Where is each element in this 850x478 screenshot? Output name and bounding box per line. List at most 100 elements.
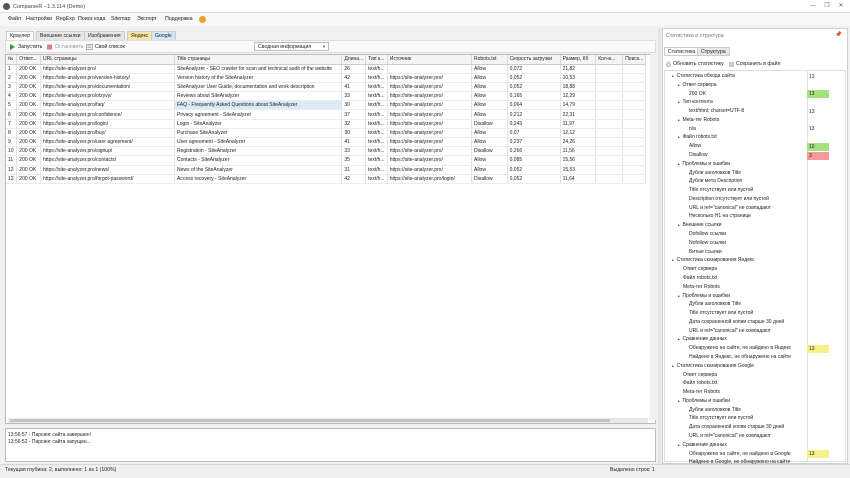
column-header[interactable]: Ответ... [16, 55, 42, 65]
table-row[interactable]: 2 200 OK https://site-analyzer.pro/version… [6, 73, 646, 83]
tree-item[interactable]: URL и rel="canonical" не совпадают [683, 205, 771, 214]
table-row[interactable]: 1 200 OK https://site-analyzer.pro/SiteAna… [6, 64, 646, 74]
tree-item[interactable]: ▲ Файл robots.txt [677, 134, 717, 143]
tree-item[interactable]: ▲ Проблемы и ошибки [677, 293, 730, 302]
column-header[interactable]: Robots.txt [471, 55, 508, 65]
menu-settings[interactable]: Настройки [26, 16, 52, 22]
tree-item[interactable]: Дубли заголовков Title [683, 170, 741, 179]
table-row[interactable]: 4 200 OK https://site-analyzer.pro/otzyvy/… [6, 91, 646, 102]
tree-item[interactable]: Meta-тег Robots [677, 389, 720, 398]
tab-external-links[interactable]: Внешние ссылки [36, 31, 85, 40]
horizontal-scroll-thumb[interactable] [10, 419, 610, 422]
menu-support[interactable]: Поддержка [165, 16, 193, 22]
tree-item[interactable]: ▲ Сравнение данных [677, 442, 727, 451]
expand-arrow-icon[interactable]: ▲ [677, 399, 680, 403]
close-button[interactable]: ✕ [834, 0, 848, 12]
menu-regexp[interactable]: RegExp [56, 16, 75, 22]
table-row[interactable]: 3 200 OK https://site-analyzer.pro/documen… [6, 82, 646, 93]
tab-crawler[interactable]: Краулер [6, 31, 35, 40]
tree-item[interactable]: Дубли заголовков Title [683, 301, 741, 310]
pin-icon[interactable]: 📌 [835, 32, 842, 38]
stop-button[interactable]: Остановить [46, 43, 83, 51]
tree-item[interactable]: ▲ Статистика сканирования Google [671, 363, 754, 372]
tab-google[interactable]: Google [151, 31, 176, 40]
column-header[interactable]: Длина... [341, 55, 367, 65]
menu-code-search[interactable]: Поиск кода [78, 16, 105, 22]
own-list-button[interactable]: Свой список [86, 43, 125, 51]
column-header[interactable]: Тип к... [365, 55, 388, 65]
tree-item[interactable]: Nofollow ссылки [683, 240, 726, 249]
column-header[interactable]: URL страницы [40, 55, 175, 65]
column-header[interactable]: № [6, 55, 18, 65]
menu-sitemap[interactable]: Sitemap [111, 16, 130, 22]
table-row[interactable]: 10 200 OK https://site-analyzer.pro/signup… [6, 146, 646, 157]
expand-arrow-icon[interactable]: ▲ [677, 294, 680, 298]
tree-item[interactable]: ▲ Проблемы и ошибки [677, 161, 730, 170]
tree-item[interactable]: 200 OK [683, 91, 706, 100]
expand-arrow-icon[interactable]: ▲ [677, 100, 680, 104]
tree-item[interactable]: Несколько H1 на странице [683, 213, 751, 222]
tree-item[interactable]: Дата сохраненной копии старше 30 дней [683, 424, 784, 433]
tree-item[interactable]: Title отсутствует или пустой [683, 310, 753, 319]
tree-item[interactable]: Meta-тег Robots [677, 284, 720, 293]
tree-item[interactable]: ▲ Meta-тег Robots [677, 117, 719, 126]
tree-item[interactable]: Title отсутствует или пустой [683, 415, 753, 424]
tree-item[interactable]: ▲ Ответ сервера [677, 82, 717, 91]
vertical-scrollbar[interactable] [650, 54, 656, 420]
tree-item[interactable]: Битые ссылки [683, 249, 722, 258]
expand-arrow-icon[interactable]: ▲ [671, 364, 674, 368]
tree-item[interactable]: Ответ сервера [677, 266, 717, 275]
expand-arrow-icon[interactable]: ▲ [677, 337, 680, 341]
save-to-file-button[interactable]: Сохранить в файл [729, 61, 781, 67]
expand-arrow-icon[interactable]: ▲ [677, 223, 680, 227]
tree-item[interactable]: Найдено в Яндекс, не обнаружено на сайте [683, 354, 791, 363]
menu-export[interactable]: Экспорт [137, 16, 157, 22]
tab-statistics[interactable]: Статистика [664, 47, 700, 56]
tree-item[interactable]: Файл robots.txt [677, 380, 717, 389]
expand-arrow-icon[interactable]: ▲ [677, 443, 680, 447]
notification-icon[interactable] [199, 15, 206, 23]
tree-item[interactable]: text/html; charset=UTF-8 [683, 108, 744, 117]
tree-item[interactable]: URL и rel="canonical" не совпадают [683, 433, 771, 442]
tree-item[interactable]: URL и rel="canonical" не совпадают [683, 328, 771, 337]
menu-file[interactable]: Файл [8, 16, 21, 22]
expand-arrow-icon[interactable]: ▲ [677, 162, 680, 166]
expand-arrow-icon[interactable]: ▲ [677, 83, 680, 87]
expand-arrow-icon[interactable]: ▲ [671, 74, 674, 78]
table-row[interactable]: 6 200 OK https://site-analyzer.pro/confide… [6, 109, 646, 120]
column-header[interactable]: Скорость загрузки [507, 55, 561, 65]
table-row[interactable]: 5 200 OK https://site-analyzer.pro/faq/FAQ… [6, 100, 646, 111]
tree-item[interactable]: Ответ сервера [677, 372, 717, 381]
tree-item[interactable]: ▲ Статистика обхода сайта [671, 73, 735, 82]
table-row[interactable]: 11 200 OK https://site-analyzer.pro/contac… [6, 155, 646, 166]
panel-splitter[interactable] [658, 28, 661, 464]
view-select[interactable]: Сводная информация ▼ [254, 42, 329, 51]
table-row[interactable]: 9 200 OK https://site-analyzer.pro/user-ag… [6, 137, 646, 148]
expand-arrow-icon[interactable]: ▲ [677, 135, 680, 139]
minimize-button[interactable]: — [806, 0, 820, 12]
tree-item[interactable]: Allow [683, 143, 701, 152]
tab-structure[interactable]: Структура [697, 47, 730, 56]
tree-item[interactable]: Disallow [683, 152, 708, 161]
column-header[interactable]: Title страницы [174, 55, 343, 65]
tree-item[interactable]: Файл robots.txt [677, 275, 717, 284]
tree-item[interactable]: Description отсутствует или пустой [683, 196, 769, 205]
tree-item[interactable]: Дубли мета Description [683, 178, 742, 187]
tree-item[interactable]: Обнаружено на сайте, не найдено в Google [683, 451, 791, 460]
expand-arrow-icon[interactable]: ▲ [671, 258, 674, 262]
tree-item[interactable]: Найдено в Google, не обнаружено на сайте [683, 459, 790, 468]
start-button[interactable]: Запустить [9, 43, 42, 51]
tree-item[interactable]: ▲ Проблемы и ошибки [677, 398, 730, 407]
tree-item[interactable]: ▲ Внешние ссылки [677, 222, 722, 231]
refresh-statistics-button[interactable]: Обновить статистику [666, 61, 724, 67]
column-header[interactable]: Кол-в... [595, 55, 624, 65]
tree-item[interactable]: Обнаружено на сайте, не найдено в Яндекс [683, 345, 791, 354]
tree-item[interactable]: Dofollow ссылки [683, 231, 726, 240]
tree-item[interactable]: ▲ Тип контента [677, 99, 713, 108]
column-header[interactable]: Источник [387, 55, 473, 65]
table-row[interactable]: 12 200 OK https://site-analyzer.pro/news/N… [6, 165, 646, 175]
tree-item[interactable]: ▲ Сравнение данных [677, 336, 727, 345]
table-row[interactable]: 7 200 OK https://site-analyzer.pro/login/L… [6, 119, 646, 129]
tree-item[interactable]: ▲ Статистика сканирования Яндекс [671, 257, 755, 266]
table-row[interactable]: 13 200 OK https://site-analyzer.pro/forgot… [6, 174, 646, 184]
